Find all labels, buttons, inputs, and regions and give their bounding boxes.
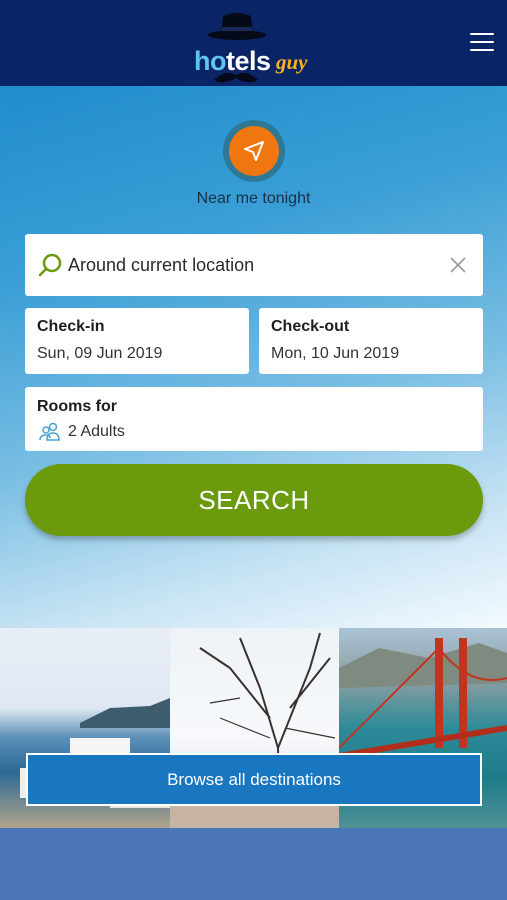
app-header: hotels guy	[0, 0, 507, 86]
mustache-icon	[213, 72, 259, 83]
near-me-button[interactable]	[223, 120, 285, 182]
close-icon[interactable]	[448, 255, 468, 275]
destination-search-field[interactable]: Around current location	[25, 234, 483, 296]
checkout-value: Mon, 10 Jun 2019	[271, 345, 400, 362]
checkout-field[interactable]: Check-out Mon, 10 Jun 2019	[259, 308, 483, 374]
hat-icon	[208, 13, 266, 40]
location-arrow-icon	[244, 141, 264, 161]
checkin-label: Check-in	[37, 318, 105, 335]
checkin-value: Sun, 09 Jun 2019	[37, 345, 163, 362]
checkout-label: Check-out	[271, 318, 350, 335]
rooms-value: 2 Adults	[68, 423, 125, 440]
browse-destinations-button[interactable]: Browse all destinations	[26, 753, 482, 806]
near-me-label: Near me tonight	[196, 190, 311, 207]
rooms-field[interactable]: Rooms for 2 Adults	[25, 387, 483, 451]
footer-bar	[0, 828, 507, 900]
people-icon	[39, 422, 60, 441]
logo-guy-text: guy	[276, 50, 308, 74]
search-input[interactable]: Around current location	[68, 255, 254, 276]
checkin-field[interactable]: Check-in Sun, 09 Jun 2019	[25, 308, 249, 374]
hamburger-menu-icon[interactable]	[470, 33, 494, 53]
hotelsguy-logo[interactable]: hotels guy	[190, 10, 320, 83]
search-button[interactable]: SEARCH	[25, 464, 483, 536]
search-icon	[38, 253, 62, 277]
rooms-label: Rooms for	[37, 398, 117, 415]
